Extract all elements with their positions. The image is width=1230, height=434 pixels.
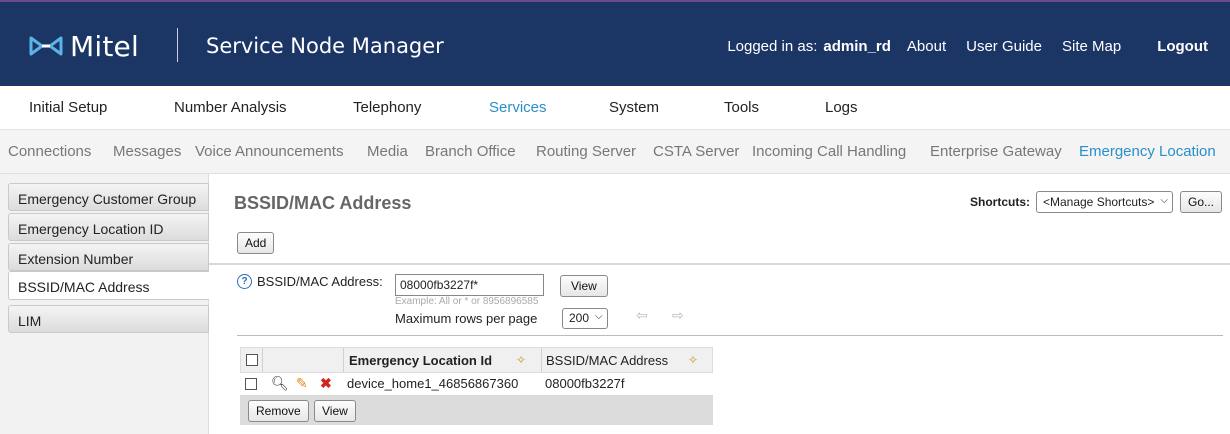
filter-label-row: ? BSSID/MAC Address: — [237, 274, 383, 289]
subnav-enterprise-gateway[interactable]: Enterprise Gateway — [930, 143, 1062, 160]
mitel-logo[interactable]: Mitel — [28, 29, 139, 63]
nav-logs[interactable]: Logs — [825, 99, 858, 116]
logo-text: Mitel — [70, 29, 139, 63]
subnav-branch-office[interactable]: Branch Office — [425, 143, 516, 160]
shortcuts-label: Shortcuts: — [969, 195, 1030, 209]
username: admin_rd — [823, 38, 891, 55]
product-title: Service Node Manager — [206, 34, 444, 58]
logged-in-label: Logged in as: — [727, 38, 818, 55]
column-header-bssid-mac-address[interactable]: BSSID/MAC Address — [546, 353, 668, 368]
delete-icon[interactable]: ✖ — [320, 375, 332, 392]
subnav-incoming-call-handling[interactable]: Incoming Call Handling — [752, 143, 906, 160]
page-title: BSSID/MAC Address — [234, 193, 412, 213]
remove-button[interactable]: Remove — [248, 400, 309, 422]
cell-emergency-location-id: device_home1_46856867360 — [347, 376, 519, 391]
column-divider — [343, 348, 344, 372]
user-guide-link[interactable]: User Guide — [966, 38, 1042, 55]
main-nav: Initial Setup Number Analysis Telephony … — [0, 86, 1230, 130]
row-checkbox[interactable] — [245, 378, 257, 390]
sub-nav: Connections Messages Voice Announcements… — [0, 130, 1230, 174]
view-button[interactable]: View — [560, 275, 608, 297]
chevron-down-icon: ⌵ — [595, 311, 603, 322]
subnav-messages[interactable]: Messages — [113, 143, 181, 160]
nav-tools[interactable]: Tools — [724, 99, 759, 116]
column-divider — [541, 348, 542, 372]
sidebar-item-emergency-location-id[interactable]: Emergency Location ID — [8, 213, 209, 241]
header-links: Logged in as: admin_rd About User Guide … — [727, 38, 1208, 55]
filter-example-hint: Example: All or * or 8956896585 — [395, 296, 539, 307]
section-divider — [209, 263, 1230, 265]
app-header: Mitel Service Node Manager Logged in as:… — [0, 0, 1230, 86]
filter-divider — [237, 335, 1223, 336]
help-icon[interactable]: ? — [237, 274, 252, 289]
cell-bssid-mac-address: 08000fb3227f — [545, 376, 625, 391]
results-table: Emergency Location Id ✧ BSSID/MAC Addres… — [240, 347, 713, 425]
nav-system[interactable]: System — [609, 99, 659, 116]
subnav-media[interactable]: Media — [367, 143, 408, 160]
bssid-filter-input[interactable]: 08000fb3227f* — [395, 274, 544, 296]
nav-services[interactable]: Services — [489, 99, 547, 116]
shortcuts-select-value: <Manage Shortcuts> — [1042, 195, 1155, 209]
max-rows-label: Maximum rows per page — [395, 311, 538, 326]
sidebar-item-lim[interactable]: LIM — [8, 305, 209, 333]
subnav-emergency-location[interactable]: Emergency Location — [1079, 143, 1216, 160]
table-footer: Remove View — [240, 395, 713, 425]
max-rows-select[interactable]: 200 ⌵ — [562, 308, 608, 329]
column-divider — [262, 348, 263, 372]
filter-label: BSSID/MAC Address: — [257, 274, 383, 289]
arrow-left-icon[interactable]: ⇦ — [636, 307, 648, 324]
add-button[interactable]: Add — [237, 232, 275, 254]
sort-icon[interactable]: ✧ — [688, 353, 698, 367]
subnav-connections[interactable]: Connections — [8, 143, 91, 160]
left-sidebar: Emergency Customer Group Emergency Locat… — [0, 174, 209, 434]
mitel-logo-icon — [29, 36, 63, 56]
main-content: BSSID/MAC Address Shortcuts: <Manage Sho… — [209, 174, 1230, 434]
subnav-csta-server[interactable]: CSTA Server — [653, 143, 739, 160]
column-header-emergency-location-id[interactable]: Emergency Location Id — [349, 353, 492, 368]
nav-initial-setup[interactable]: Initial Setup — [29, 99, 107, 116]
table-row: 🔍︎ ✎ ✖ device_home1_46856867360 08000fb3… — [240, 373, 713, 395]
max-rows-value: 200 — [569, 311, 590, 325]
sidebar-item-emergency-customer-group[interactable]: Emergency Customer Group — [8, 183, 209, 211]
sidebar-item-bssid-mac-address[interactable]: BSSID/MAC Address — [8, 271, 209, 300]
nav-telephony[interactable]: Telephony — [353, 99, 421, 116]
logout-link[interactable]: Logout — [1157, 38, 1208, 55]
header-divider — [177, 28, 178, 62]
subnav-voice-announcements[interactable]: Voice Announcements — [195, 143, 343, 160]
select-all-checkbox[interactable] — [246, 354, 258, 366]
arrow-right-icon[interactable]: ⇨ — [672, 307, 684, 324]
nav-number-analysis[interactable]: Number Analysis — [174, 99, 287, 116]
edit-icon[interactable]: ✎ — [296, 375, 308, 392]
table-header: Emergency Location Id ✧ BSSID/MAC Addres… — [240, 347, 713, 373]
site-map-link[interactable]: Site Map — [1062, 38, 1121, 55]
shortcuts-select[interactable]: <Manage Shortcuts> ⌵ — [1035, 191, 1173, 213]
about-link[interactable]: About — [907, 38, 946, 55]
chevron-down-icon: ⌵ — [1160, 195, 1168, 206]
sort-icon[interactable]: ✧ — [516, 353, 526, 367]
go-button[interactable]: Go... — [1179, 191, 1222, 213]
sidebar-item-extension-number[interactable]: Extension Number — [8, 243, 209, 271]
search-icon[interactable]: 🔍︎ — [271, 375, 289, 392]
table-view-button[interactable]: View — [314, 400, 356, 422]
subnav-routing-server[interactable]: Routing Server — [536, 143, 636, 160]
shortcuts-bar: Shortcuts: <Manage Shortcuts> ⌵ Go... — [970, 191, 1222, 213]
